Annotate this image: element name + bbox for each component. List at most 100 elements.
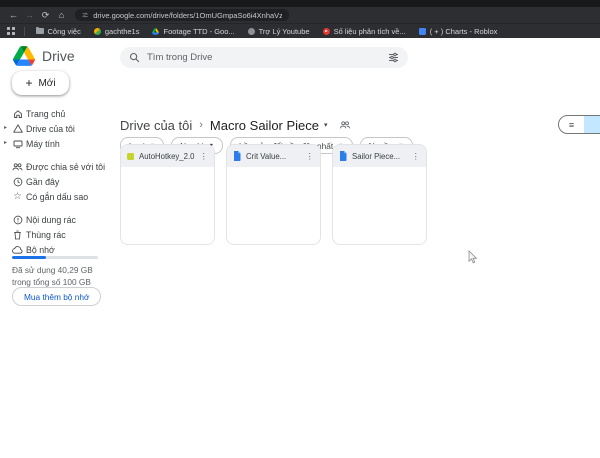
star-icon: ☆	[12, 191, 23, 202]
bookmark-charts-roblox[interactable]: ( + ) Charts - Roblox	[414, 25, 503, 38]
app-name: Drive	[42, 48, 75, 64]
sidebar-item-label: Bộ nhớ	[26, 245, 55, 255]
breadcrumb-separator: ›	[199, 119, 203, 131]
plus-icon: +	[25, 77, 32, 89]
drive-favicon	[152, 28, 159, 35]
search-icon	[129, 52, 140, 63]
sidebar-item-label: Nội dung rác	[26, 215, 76, 225]
breadcrumb-root[interactable]: Drive của tôi	[120, 118, 192, 133]
more-options-icon[interactable]: ⋮	[412, 152, 421, 161]
url-text: drive.google.com/drive/folders/1OmUGmpaS…	[93, 11, 282, 20]
forward-icon[interactable]: →	[24, 11, 35, 20]
sidebar-item-label: Gần đây	[26, 177, 59, 187]
file-card-sailor-piece[interactable]: Sailor Piece... ⋮	[332, 144, 427, 245]
storage-progress	[12, 256, 98, 259]
spam-icon	[12, 214, 23, 225]
drive-app: Drive + Mới Trang chủ ▸ Drive của tôi ▸	[0, 38, 600, 458]
bookmark-cong-viec[interactable]: Công việc	[31, 25, 86, 38]
view-toggle: ≡	[558, 115, 600, 134]
file-thumbnail	[333, 167, 426, 245]
bookmark-so-lieu[interactable]: Số liệu phân tích về...	[318, 25, 411, 38]
home-icon	[12, 108, 23, 119]
more-options-icon[interactable]: ⋮	[200, 152, 209, 161]
sidebar-item-label: Có gắn dấu sao	[26, 192, 88, 202]
file-card-header: Sailor Piece... ⋮	[333, 145, 426, 167]
doc-file-icon	[233, 151, 241, 161]
file-thumbnail	[121, 167, 214, 245]
divider	[24, 27, 25, 36]
apps-grid-icon[interactable]	[7, 27, 15, 35]
file-grid: AutoHotkey_2.0.22_s... ⋮ Crit Value... ⋮	[120, 144, 427, 245]
favicon	[94, 28, 101, 35]
file-name: Crit Value...	[246, 152, 301, 161]
sidebar-item-shared-with-me[interactable]: Được chia sẻ với tôi	[0, 159, 112, 174]
list-view-button[interactable]: ≡	[559, 116, 584, 133]
reload-icon[interactable]: ⟳	[40, 11, 51, 20]
youtube-favicon	[323, 28, 330, 35]
bookmark-tro-ly-youtube[interactable]: Trợ Lý Youtube	[243, 25, 315, 38]
clock-icon	[12, 176, 23, 187]
favicon	[419, 28, 426, 35]
search-input[interactable]	[147, 52, 381, 63]
buy-storage-label: Mua thêm bộ nhớ	[24, 292, 89, 302]
storage-progress-fill	[12, 256, 46, 259]
browser-toolbar: ← → ⟳ ⌂ drive.google.com/drive/folders/1…	[0, 7, 600, 23]
site-info-icon[interactable]	[82, 11, 88, 19]
file-thumbnail	[227, 167, 320, 245]
sidebar-item-my-drive[interactable]: ▸ Drive của tôi	[0, 121, 112, 136]
bookmark-footage-ttd[interactable]: Footage TTD - Goo...	[147, 25, 239, 38]
shared-folder-icon[interactable]	[339, 120, 351, 130]
drive-logo-icon	[13, 46, 35, 66]
chevron-down-icon: ▾	[324, 121, 328, 129]
sidebar-item-home[interactable]: Trang chủ	[0, 106, 112, 121]
file-card-header: Crit Value... ⋮	[227, 145, 320, 167]
folder-icon	[36, 28, 44, 34]
page-title: Macro Sailor Piece	[210, 118, 319, 133]
storage-usage-text: Đã sử dụng 40,29 GB trong tổng số 100 GB	[12, 264, 106, 288]
sidebar-item-trash[interactable]: Thùng rác	[0, 227, 112, 242]
sidebar-item-label: Máy tính	[26, 139, 60, 149]
back-icon[interactable]: ←	[8, 11, 19, 20]
bookmark-label: ( + ) Charts - Roblox	[430, 27, 498, 36]
sidebar-item-label: Drive của tôi	[26, 124, 75, 134]
new-button[interactable]: + Mới	[12, 71, 69, 95]
doc-file-icon	[339, 151, 347, 161]
file-card-crit-value[interactable]: Crit Value... ⋮	[226, 144, 321, 245]
sidebar-item-computers[interactable]: ▸ Máy tính	[0, 136, 112, 151]
breadcrumb: Drive của tôi › Macro Sailor Piece ▾	[120, 116, 351, 134]
favicon	[248, 28, 255, 35]
search-options-icon[interactable]	[388, 52, 399, 63]
bookmarks-bar: Công việc gachthe1s Footage TTD - Goo...…	[0, 23, 600, 38]
mouse-cursor	[468, 250, 479, 270]
sidebar-item-starred[interactable]: ☆ Có gắn dấu sao	[0, 189, 112, 204]
file-card-autohotkey[interactable]: AutoHotkey_2.0.22_s... ⋮	[120, 144, 215, 245]
cloud-icon	[12, 244, 23, 255]
buy-storage-button[interactable]: Mua thêm bộ nhớ	[12, 287, 101, 306]
sidebar-nav: Trang chủ ▸ Drive của tôi ▸ Máy tính	[0, 106, 112, 257]
sidebar-item-recent[interactable]: Gần đây	[0, 174, 112, 189]
bookmark-gachthe1s[interactable]: gachthe1s	[89, 25, 145, 38]
file-card-header: AutoHotkey_2.0.22_s... ⋮	[121, 145, 214, 167]
people-icon	[12, 161, 23, 172]
sidebar-item-storage[interactable]: Bộ nhớ	[0, 242, 112, 257]
tab-strip	[0, 0, 600, 7]
grid-view-button[interactable]	[584, 116, 600, 133]
breadcrumb-current-folder[interactable]: Macro Sailor Piece ▾	[210, 118, 328, 133]
chevron-right-icon[interactable]: ▸	[4, 125, 7, 131]
bookmark-label: Trợ Lý Youtube	[259, 27, 310, 36]
sidebar-item-spam[interactable]: Nội dung rác	[0, 212, 112, 227]
url-bar[interactable]: drive.google.com/drive/folders/1OmUGmpaS…	[75, 9, 289, 21]
computer-icon	[12, 138, 23, 149]
drive-logo: Drive	[13, 46, 75, 66]
trash-icon	[12, 229, 23, 240]
sidebar-item-label: Trang chủ	[26, 109, 65, 119]
more-options-icon[interactable]: ⋮	[306, 152, 315, 161]
sidebar-item-label: Thùng rác	[26, 230, 66, 240]
chevron-right-icon[interactable]: ▸	[4, 140, 7, 146]
bookmark-label: gachthe1s	[105, 27, 140, 36]
home-icon[interactable]: ⌂	[56, 11, 67, 20]
exe-file-icon	[127, 153, 134, 160]
browser-chrome: ← → ⟳ ⌂ drive.google.com/drive/folders/1…	[0, 0, 600, 38]
search-bar[interactable]	[120, 47, 408, 68]
bookmark-label: Footage TTD - Goo...	[163, 27, 234, 36]
